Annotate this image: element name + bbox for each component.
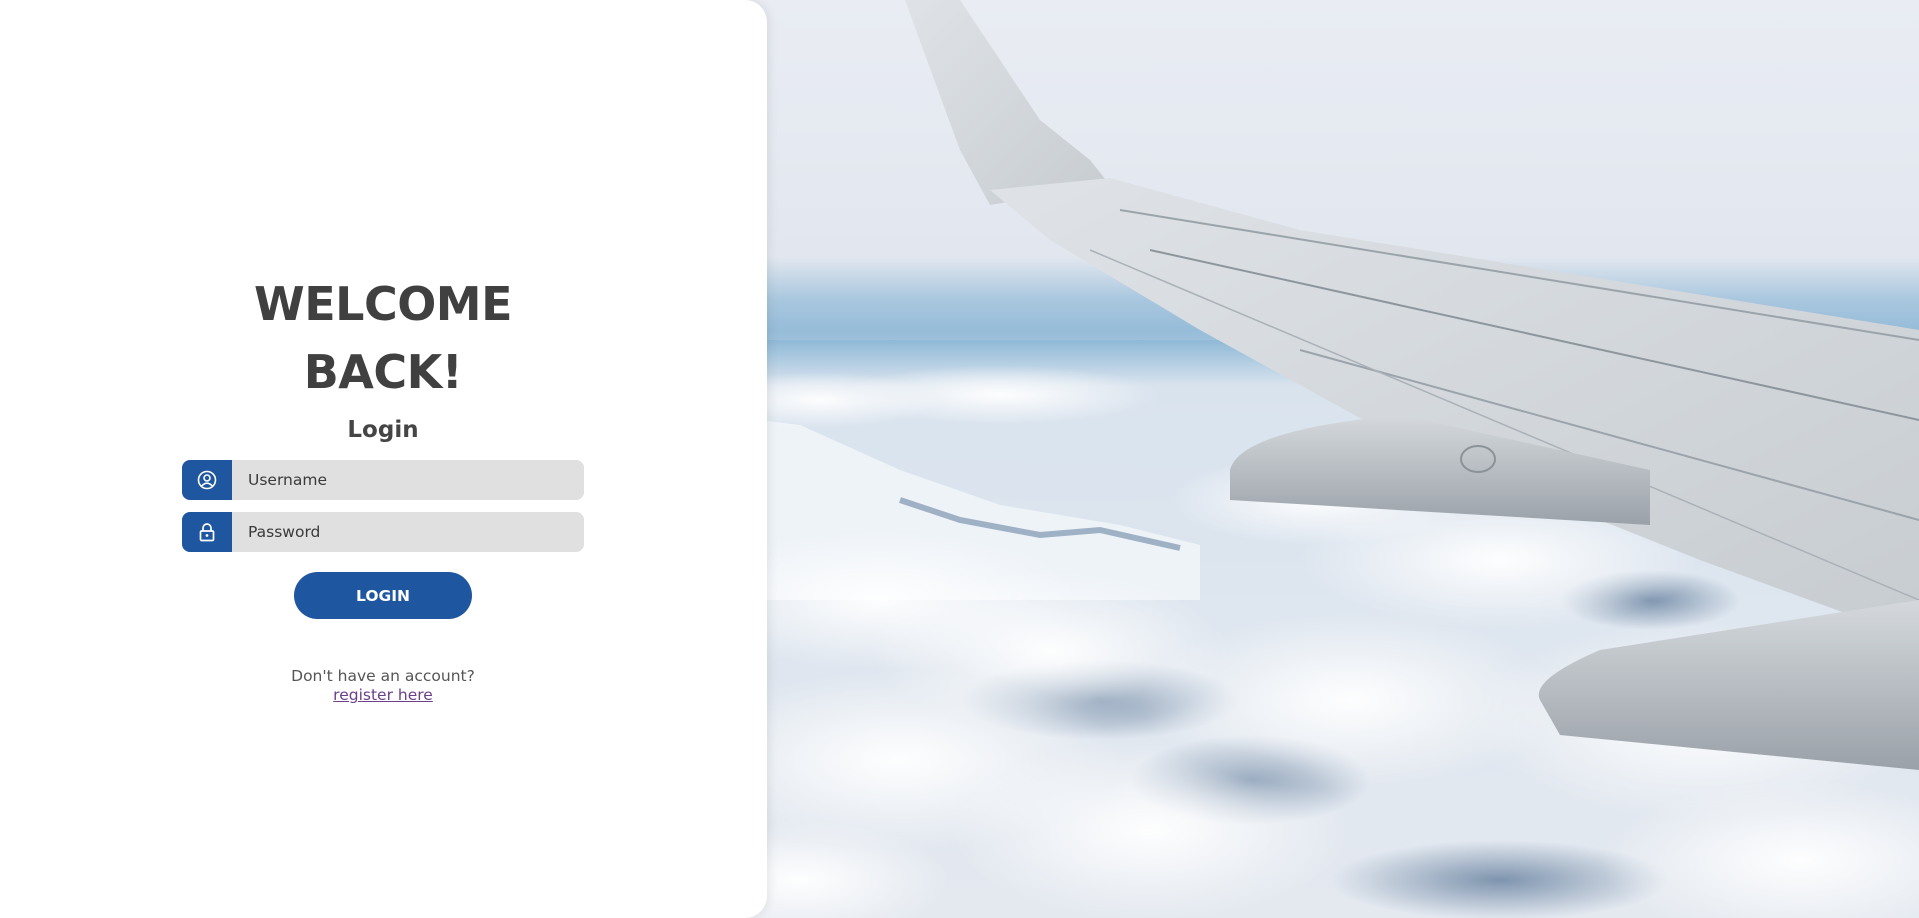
user-circle-icon: [182, 460, 232, 500]
password-input[interactable]: [232, 512, 584, 552]
register-link[interactable]: register here: [333, 686, 433, 705]
username-field-group: [182, 460, 584, 500]
page-title: WELCOME BACK!: [253, 277, 513, 399]
password-field-group: [182, 512, 584, 552]
login-form: WELCOME BACK! Login LOGIN: [182, 270, 584, 705]
no-account-text: Don't have an account?: [291, 667, 475, 685]
login-subtitle: Login: [347, 417, 419, 443]
username-input[interactable]: [232, 460, 584, 500]
login-button[interactable]: LOGIN: [294, 572, 472, 619]
register-prompt: Don't have an account? register here: [182, 667, 584, 705]
login-panel: WELCOME BACK! Login LOGIN: [0, 0, 767, 918]
lock-icon: [182, 512, 232, 552]
